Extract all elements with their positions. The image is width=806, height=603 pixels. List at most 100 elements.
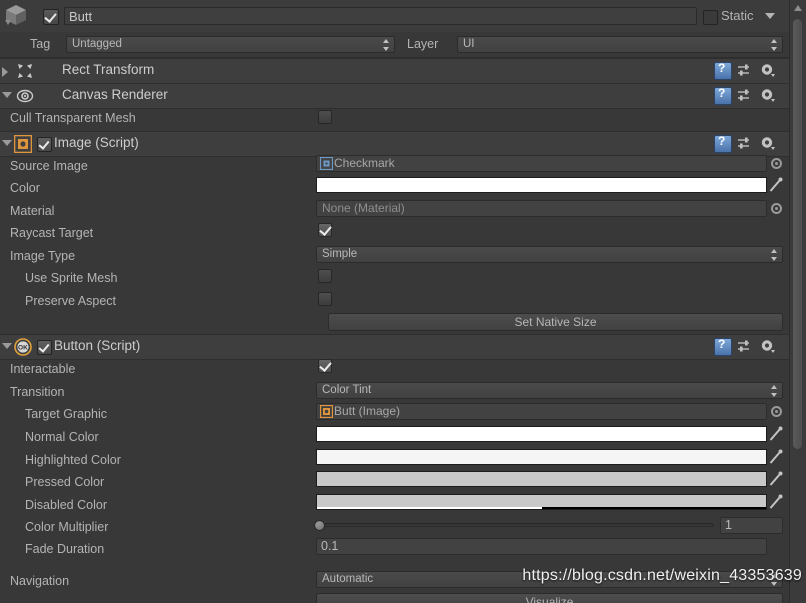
field-row-navigation: Navigation Automatic <box>0 570 790 593</box>
visualize-button[interactable]: Visualize <box>316 593 783 603</box>
object-picker-icon[interactable] <box>771 203 782 214</box>
component-header-icons <box>714 61 784 80</box>
preset-icon[interactable] <box>737 88 753 103</box>
highlighted-color-swatch[interactable] <box>316 449 767 465</box>
component-header-image-script[interactable]: Image (Script) <box>0 131 790 157</box>
component-title: Button (Script) <box>54 338 141 353</box>
eyedropper-icon[interactable] <box>769 471 783 487</box>
component-title: Image (Script) <box>54 135 139 150</box>
eyedropper-icon[interactable] <box>769 449 783 465</box>
foldout-arrow-icon[interactable] <box>2 67 8 77</box>
rect-transform-icon <box>16 62 34 80</box>
static-checkbox[interactable] <box>703 10 718 25</box>
target-graphic-object-field[interactable]: Butt (Image) <box>316 403 767 420</box>
button-script-icon: OK <box>14 338 32 356</box>
image-color-swatch[interactable] <box>316 177 767 193</box>
color-multiplier-slider-knob[interactable] <box>314 520 325 531</box>
material-object-field[interactable]: None (Material) <box>316 200 767 217</box>
field-label: Color Multiplier <box>25 520 109 534</box>
field-label: Highlighted Color <box>25 453 121 467</box>
scroll-up-arrow-icon[interactable] <box>794 5 802 11</box>
gear-icon[interactable] <box>760 339 776 354</box>
svg-text:OK: OK <box>18 345 28 352</box>
field-row-normal-color: Normal Color <box>0 426 790 449</box>
eyedropper-icon[interactable] <box>769 494 783 510</box>
navigation-value: Automatic <box>322 573 374 585</box>
layer-dropdown[interactable]: UI <box>457 36 783 53</box>
image-script-icon <box>13 134 33 154</box>
image-enabled-checkbox[interactable] <box>37 137 52 152</box>
scrollbar-thumb[interactable] <box>792 18 803 450</box>
disabled-color-swatch[interactable] <box>316 494 767 510</box>
field-label: Pressed Color <box>25 475 105 489</box>
help-icon[interactable] <box>714 86 732 105</box>
normal-color-swatch[interactable] <box>316 426 767 442</box>
inspector-scrollbar[interactable] <box>789 0 806 603</box>
field-row-fade-duration: Fade Duration 0.1 <box>0 538 790 561</box>
field-row-target-graphic: Target Graphic Butt (Image) <box>0 403 790 426</box>
transition-value: Color Tint <box>322 384 372 396</box>
preserve-aspect-checkbox[interactable] <box>318 292 332 306</box>
field-label: Source Image <box>10 159 88 173</box>
tag-layer-row: Tag Untagged Layer UI <box>0 32 790 58</box>
eyedropper-icon[interactable] <box>769 177 783 193</box>
field-row-use-sprite-mesh: Use Sprite Mesh <box>0 267 790 290</box>
pressed-color-swatch[interactable] <box>316 471 767 487</box>
field-row-material: Material None (Material) <box>0 200 790 223</box>
eyedropper-icon[interactable] <box>769 426 783 442</box>
gear-icon[interactable] <box>760 63 776 78</box>
field-row-preserve-aspect: Preserve Aspect <box>0 290 790 313</box>
foldout-arrow-icon[interactable] <box>2 343 12 349</box>
button-enabled-checkbox[interactable] <box>37 340 52 355</box>
help-icon[interactable] <box>714 134 732 153</box>
gear-icon[interactable] <box>760 136 776 151</box>
field-label: Image Type <box>10 249 76 263</box>
interactable-checkbox[interactable] <box>318 359 332 373</box>
gear-icon[interactable] <box>760 88 776 103</box>
gameobject-name-input[interactable]: Butt <box>64 7 697 25</box>
cull-transparent-mesh-checkbox[interactable] <box>318 110 332 124</box>
preset-icon[interactable] <box>737 339 753 354</box>
component-header-button-script[interactable]: OK Button (Script) <box>0 334 790 360</box>
image-component-icon <box>319 404 334 419</box>
foldout-arrow-icon[interactable] <box>2 140 12 146</box>
field-row-pressed-color: Pressed Color <box>0 471 790 494</box>
component-title: Rect Transform <box>62 62 155 77</box>
field-label: Color <box>10 181 40 195</box>
color-multiplier-slider-track[interactable] <box>316 523 714 527</box>
raycast-target-checkbox[interactable] <box>318 223 332 237</box>
color-swatch-fill <box>317 495 766 507</box>
component-header-icons <box>714 337 784 356</box>
use-sprite-mesh-checkbox[interactable] <box>318 269 332 283</box>
help-icon[interactable] <box>714 337 732 356</box>
field-row-cull-transparent-mesh: Cull Transparent Mesh <box>0 107 790 130</box>
navigation-dropdown[interactable]: Automatic <box>316 571 783 588</box>
object-picker-icon[interactable] <box>771 406 782 417</box>
fade-duration-input[interactable]: 0.1 <box>316 538 767 555</box>
help-icon[interactable] <box>714 61 732 80</box>
foldout-arrow-icon[interactable] <box>2 92 12 98</box>
color-multiplier-value-input[interactable]: 1 <box>720 517 783 534</box>
image-type-dropdown[interactable]: Simple <box>316 246 783 263</box>
static-dropdown-arrow-icon[interactable] <box>765 13 775 19</box>
preset-icon[interactable] <box>737 63 753 78</box>
field-row-transition: Transition Color Tint <box>0 381 790 404</box>
transition-dropdown[interactable]: Color Tint <box>316 382 783 399</box>
source-image-object-field[interactable]: Checkmark <box>316 155 767 172</box>
chevron-updown-icon <box>771 574 778 586</box>
set-native-size-button[interactable]: Set Native Size <box>328 313 783 331</box>
field-label: Material <box>10 204 55 218</box>
component-header-rect-transform[interactable]: Rect Transform <box>0 58 790 84</box>
field-label: Fade Duration <box>25 542 105 556</box>
color-swatch-fill <box>317 427 766 441</box>
chevron-updown-icon <box>771 39 778 51</box>
gameobject-active-checkbox[interactable] <box>43 9 59 25</box>
component-header-canvas-renderer[interactable]: Canvas Renderer <box>0 83 790 109</box>
field-label: Transition <box>10 385 65 399</box>
inspector-panel: Butt Static Tag Untagged Layer UI Rect T… <box>0 0 790 603</box>
object-picker-icon[interactable] <box>771 158 782 169</box>
target-graphic-value: Butt (Image) <box>334 404 401 418</box>
field-row-interactable: Interactable <box>0 358 790 381</box>
tag-dropdown[interactable]: Untagged <box>66 36 395 53</box>
preset-icon[interactable] <box>737 136 753 151</box>
